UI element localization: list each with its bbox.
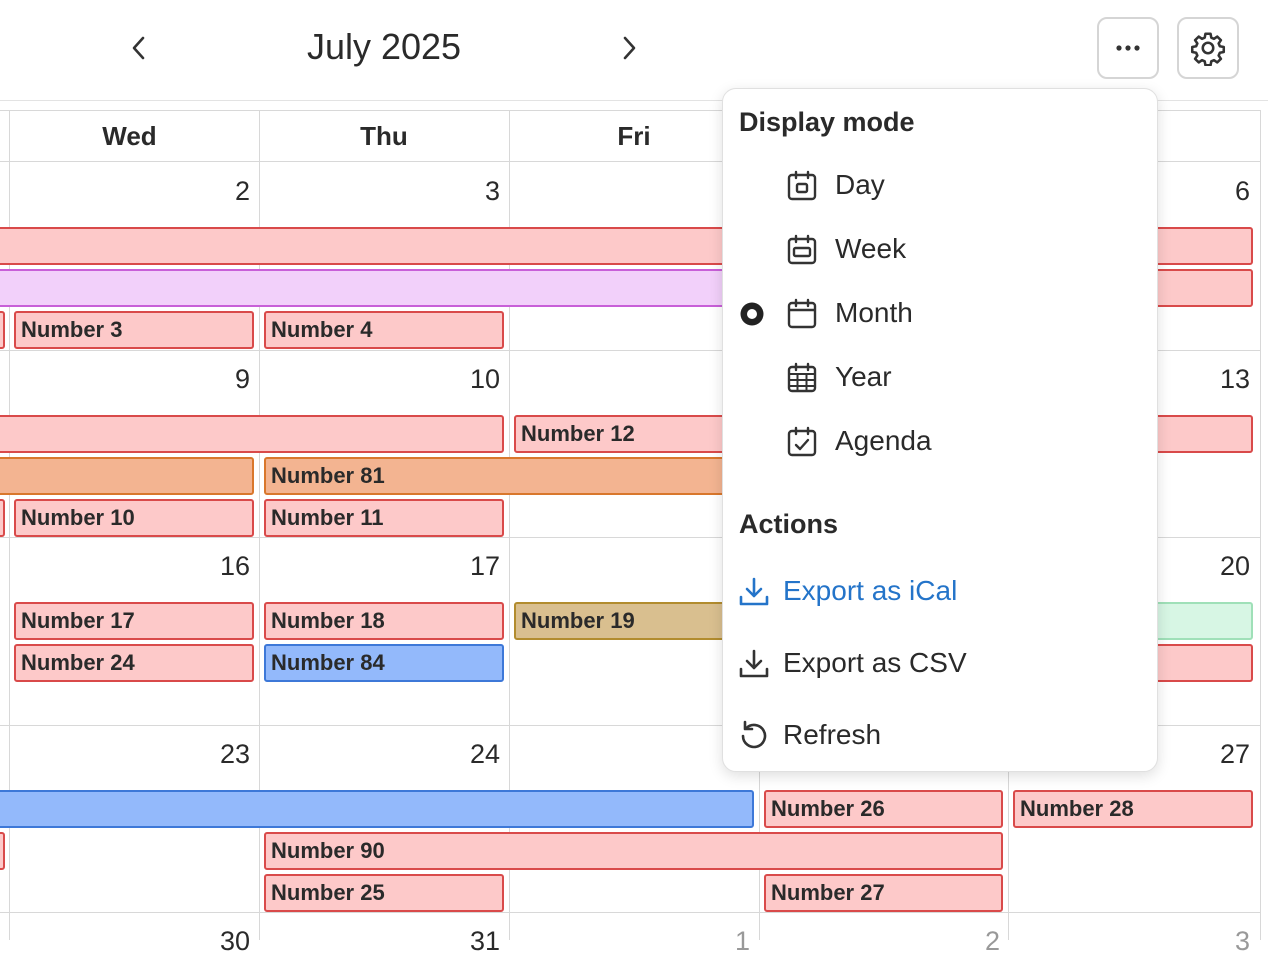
- action-label: Export as CSV: [783, 647, 967, 678]
- event-number-25[interactable]: Number 25: [264, 874, 504, 912]
- event-number-3[interactable]: Number 3: [14, 311, 254, 349]
- day-number[interactable]: 9: [190, 364, 250, 395]
- calendar-day-icon: [787, 170, 817, 201]
- next-month-button[interactable]: [611, 30, 647, 66]
- display-mode-label: Month: [835, 297, 913, 328]
- day-number[interactable]: 16: [190, 551, 250, 582]
- event-number-81[interactable]: Number 81: [264, 457, 754, 495]
- actions-heading: Actions: [739, 509, 839, 539]
- day-number[interactable]: 23: [190, 739, 250, 770]
- event-number-84[interactable]: Number 84: [264, 644, 504, 682]
- ellipsis-icon: [1116, 45, 1140, 51]
- day-number[interactable]: 20: [1190, 551, 1250, 582]
- day-number[interactable]: 31: [440, 926, 500, 957]
- more-options-button[interactable]: [1097, 17, 1159, 79]
- day-number[interactable]: 3: [440, 176, 500, 207]
- display-mode-label: Agenda: [835, 425, 932, 456]
- calendar-year-icon: [787, 362, 817, 393]
- day-number[interactable]: 10: [440, 364, 500, 395]
- action-label: Refresh: [783, 719, 882, 750]
- display-mode-month[interactable]: Month: [723, 287, 1157, 343]
- radio-selected-icon: [740, 302, 764, 326]
- display-mode-day[interactable]: Day: [723, 159, 1157, 215]
- calendar-week-icon: [787, 234, 817, 265]
- day-number[interactable]: 27: [1190, 739, 1250, 770]
- download-icon: [739, 649, 769, 678]
- event-number-18[interactable]: Number 18: [264, 602, 504, 640]
- day-number[interactable]: 17: [440, 551, 500, 582]
- display-mode-label: Week: [835, 233, 907, 264]
- event-number-24[interactable]: Number 24: [14, 644, 254, 682]
- weekday-header-wed: Wed: [0, 110, 259, 162]
- day-number[interactable]: 3: [1190, 926, 1250, 957]
- event-number-28[interactable]: Number 28: [1013, 790, 1253, 828]
- options-dropdown-menu: Display mode Day Week Month Year Agenda …: [722, 88, 1158, 772]
- calendar-toolbar: July 2025: [0, 0, 1268, 101]
- action-label: Export as iCal: [783, 575, 958, 606]
- export-csv-button[interactable]: Export as CSV: [723, 637, 1157, 693]
- event-bar[interactable]: [0, 457, 254, 495]
- calendar-agenda-icon: [787, 426, 817, 457]
- week-divider: [0, 912, 1260, 913]
- event-number-17[interactable]: Number 17: [14, 602, 254, 640]
- event-number-11[interactable]: Number 11: [264, 499, 504, 537]
- month-title: July 2025: [306, 26, 462, 67]
- event-bar[interactable]: [0, 311, 5, 349]
- event-number-27[interactable]: Number 27: [764, 874, 1003, 912]
- day-number[interactable]: 2: [940, 926, 1000, 957]
- previous-month-button[interactable]: [121, 30, 157, 66]
- day-number[interactable]: 2: [190, 176, 250, 207]
- export-ical-button[interactable]: Export as iCal: [723, 565, 1157, 621]
- chevron-right-icon: [623, 36, 636, 60]
- event-number-26[interactable]: Number 26: [764, 790, 1003, 828]
- refresh-button[interactable]: Refresh: [723, 709, 1157, 765]
- event-number-12[interactable]: Number 12: [514, 415, 754, 453]
- event-number-4[interactable]: Number 4: [264, 311, 504, 349]
- download-icon: [739, 577, 769, 606]
- day-number[interactable]: 1: [690, 926, 750, 957]
- day-number[interactable]: 24: [440, 739, 500, 770]
- gear-icon: [1190, 32, 1226, 66]
- event-number-90[interactable]: Number 90: [264, 832, 1003, 870]
- display-mode-label: Year: [835, 361, 892, 392]
- event-bar[interactable]: [0, 790, 754, 828]
- event-bar[interactable]: [0, 832, 5, 870]
- display-mode-week[interactable]: Week: [723, 223, 1157, 279]
- day-number[interactable]: 30: [190, 926, 250, 957]
- calendar-month-icon: [787, 298, 817, 329]
- event-number-10[interactable]: Number 10: [14, 499, 254, 537]
- display-mode-agenda[interactable]: Agenda: [723, 415, 1157, 471]
- chevron-left-icon: [132, 36, 145, 60]
- display-mode-label: Day: [835, 169, 885, 200]
- event-bar[interactable]: [0, 415, 504, 453]
- weekday-header-thu: Thu: [259, 110, 509, 162]
- day-number[interactable]: 13: [1190, 364, 1250, 395]
- settings-button[interactable]: [1177, 17, 1239, 79]
- day-number[interactable]: 6: [1190, 176, 1250, 207]
- display-mode-heading: Display mode: [739, 107, 915, 137]
- display-mode-year[interactable]: Year: [723, 351, 1157, 407]
- event-bar[interactable]: [0, 269, 726, 307]
- event-number-19[interactable]: Number 19: [514, 602, 754, 640]
- refresh-icon: [741, 720, 767, 749]
- event-bar[interactable]: [0, 499, 5, 537]
